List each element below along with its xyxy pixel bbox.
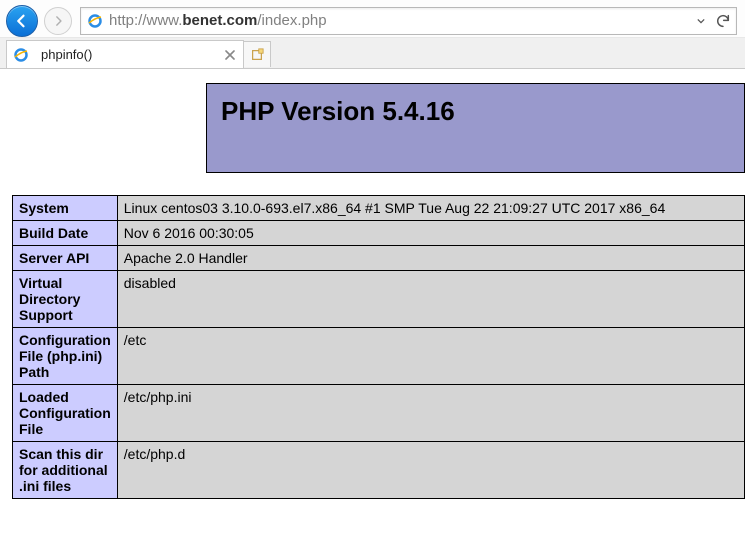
- url-prefix: http://www.: [109, 12, 182, 29]
- config-value: /etc/php.ini: [117, 385, 744, 442]
- browser-toolbar: http://www.benet.com/index.php: [0, 0, 745, 38]
- config-value: disabled: [117, 271, 744, 328]
- url-history-dropdown[interactable]: [696, 16, 706, 26]
- config-key: Configuration File (php.ini) Path: [13, 328, 118, 385]
- url-text: http://www.benet.com/index.php: [109, 7, 327, 35]
- phpinfo-table: SystemLinux centos03 3.10.0-693.el7.x86_…: [12, 195, 745, 499]
- reload-button[interactable]: [714, 12, 732, 30]
- table-row: Configuration File (php.ini) Path/etc: [13, 328, 745, 385]
- new-tab-icon: [250, 48, 264, 62]
- arrow-left-icon: [13, 12, 31, 30]
- config-value: /etc: [117, 328, 744, 385]
- ie-favicon-icon: [87, 13, 103, 29]
- tab-strip: phpinfo(): [0, 38, 745, 68]
- table-row: Loaded Configuration File/etc/php.ini: [13, 385, 745, 442]
- tab-close-button[interactable]: [223, 48, 237, 62]
- browser-tab[interactable]: phpinfo(): [6, 40, 244, 68]
- config-value: Linux centos03 3.10.0-693.el7.x86_64 #1 …: [117, 196, 744, 221]
- arrow-right-icon: [51, 14, 65, 28]
- config-value: /etc/php.d: [117, 442, 744, 499]
- refresh-icon: [715, 13, 731, 29]
- config-key: Virtual Directory Support: [13, 271, 118, 328]
- new-tab-button[interactable]: [243, 41, 271, 67]
- tab-title: phpinfo(): [41, 47, 223, 62]
- table-row: Virtual Directory Supportdisabled: [13, 271, 745, 328]
- config-key: Server API: [13, 246, 118, 271]
- table-row: Build DateNov 6 2016 00:30:05: [13, 221, 745, 246]
- close-icon: [225, 50, 235, 60]
- config-key: Loaded Configuration File: [13, 385, 118, 442]
- table-row: Scan this dir for additional .ini files/…: [13, 442, 745, 499]
- url-suffix: /index.php: [257, 12, 326, 29]
- forward-button[interactable]: [44, 7, 72, 35]
- phpinfo-header-banner: PHP Version 5.4.16: [206, 83, 745, 173]
- back-button[interactable]: [6, 5, 38, 37]
- table-row: SystemLinux centos03 3.10.0-693.el7.x86_…: [13, 196, 745, 221]
- config-key: Build Date: [13, 221, 118, 246]
- address-bar[interactable]: http://www.benet.com/index.php: [80, 7, 737, 35]
- url-host: benet.com: [182, 12, 257, 29]
- config-value: Apache 2.0 Handler: [117, 246, 744, 271]
- php-version-heading: PHP Version 5.4.16: [221, 96, 455, 127]
- table-row: Server APIApache 2.0 Handler: [13, 246, 745, 271]
- chevron-down-icon: [697, 17, 705, 25]
- tab-favicon-icon: [13, 47, 29, 63]
- config-key: System: [13, 196, 118, 221]
- config-value: Nov 6 2016 00:30:05: [117, 221, 744, 246]
- config-key: Scan this dir for additional .ini files: [13, 442, 118, 499]
